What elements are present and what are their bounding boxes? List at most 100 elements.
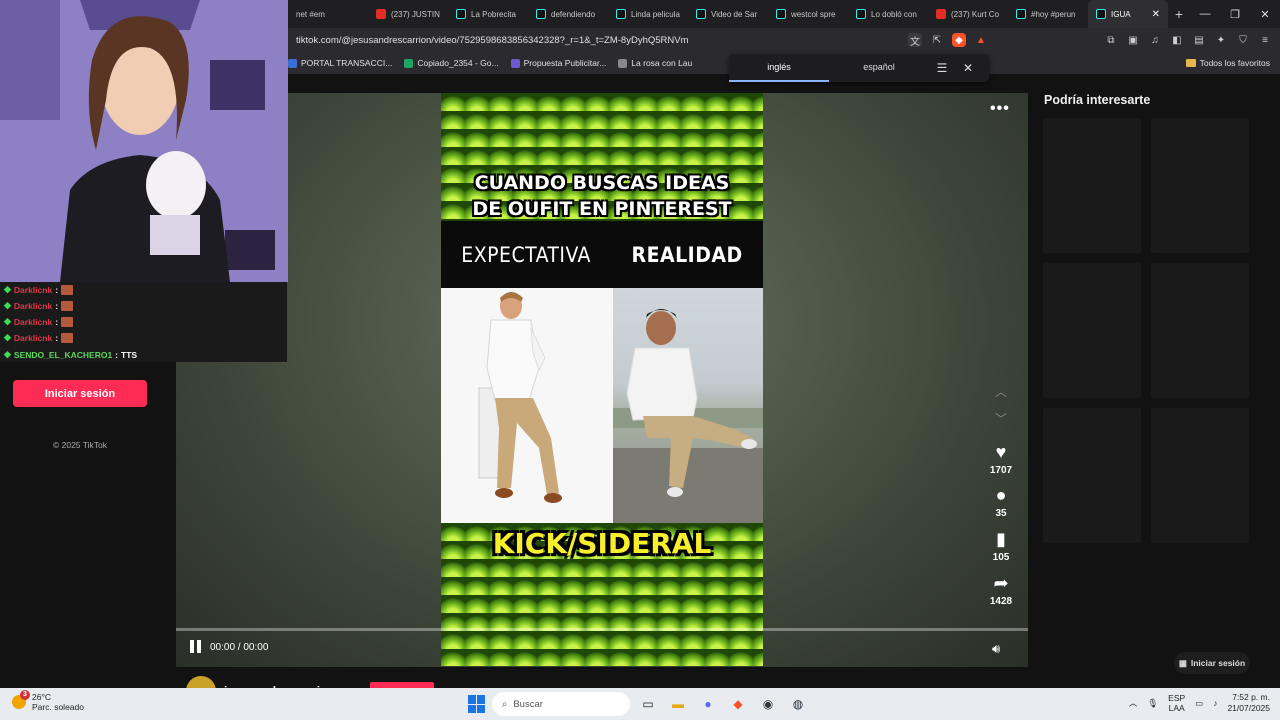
recommended-thumbnail[interactable] xyxy=(1043,408,1141,543)
windows-start-icon[interactable] xyxy=(468,695,486,713)
youtube-icon xyxy=(376,9,386,19)
menu-icon[interactable]: ≡ xyxy=(1258,33,1272,47)
share-icon[interactable]: ⇱ xyxy=(930,33,944,47)
tiktok-icon xyxy=(1096,9,1106,19)
video-frame[interactable]: CUANDO BUSCAS IDEAS DE OUFIT EN PINTERES… xyxy=(441,93,763,666)
obs-icon[interactable]: ◉ xyxy=(756,692,780,716)
browser-tab[interactable]: (237) JUSTIN xyxy=(368,0,448,28)
minimize-icon[interactable]: — xyxy=(1190,8,1220,21)
chevron-down-icon[interactable]: ﹀ xyxy=(988,410,1014,432)
discord-icon[interactable]: ● xyxy=(696,692,720,716)
stream-watermark: KICK/SIDERAL xyxy=(492,527,712,560)
recommended-grid xyxy=(1043,118,1249,543)
menu-icon[interactable]: ☰ xyxy=(929,61,955,75)
portal-icon xyxy=(288,58,297,68)
clock[interactable]: 7:52 p. m. 21/07/2025 xyxy=(1227,692,1270,714)
folder-icon xyxy=(1185,59,1196,67)
close-icon[interactable]: ✕ xyxy=(1250,8,1280,21)
weather-temp: 26°C xyxy=(32,692,51,702)
progress-bar[interactable] xyxy=(176,628,1028,631)
wallet-icon[interactable]: ▤ xyxy=(1192,33,1206,47)
volume-icon[interactable]: ♪ xyxy=(1213,698,1217,708)
recommended-thumbnail[interactable] xyxy=(1151,408,1249,543)
weather-widget[interactable]: 3 26°C Parc. soleado xyxy=(12,690,84,712)
bookmark-item[interactable]: La rosa con Lau xyxy=(618,58,692,68)
brave-shield-icon[interactable]: ◆ xyxy=(952,33,966,47)
login-small-button[interactable]: ▦ Iniciar sesión xyxy=(1174,652,1250,674)
emote-icon xyxy=(61,332,74,343)
drive-icon xyxy=(404,58,414,68)
recommended-title: Podría interesarte xyxy=(1044,93,1151,107)
tiktok-icon xyxy=(616,9,626,19)
browser-tab[interactable]: La Pobrecita xyxy=(448,0,528,28)
translate-tab-to[interactable]: español xyxy=(829,54,929,82)
browser-tab[interactable]: westcol spre xyxy=(768,0,848,28)
browser-tab[interactable]: (237) Kurt Co xyxy=(928,0,1008,28)
chevron-up-icon[interactable]: ︿ xyxy=(988,383,1014,405)
leo-icon[interactable]: ✦ xyxy=(1214,33,1228,47)
bookmark-item[interactable]: PORTAL TRANSACCI... xyxy=(288,58,392,68)
more-options-icon[interactable]: ••• xyxy=(990,100,1010,118)
label-band: EXPECTATIVA REALIDAD xyxy=(441,221,763,288)
brave-browser-icon[interactable]: ◆ xyxy=(726,692,750,716)
label-expectation: EXPECTATIVA xyxy=(461,242,591,267)
recommended-thumbnail[interactable] xyxy=(1043,263,1141,398)
system-tray: ︿ 🎙︎ ESP LAA ▭ ♪ 7:52 p. m. 21/07/2025 xyxy=(1129,692,1270,714)
volume-icon[interactable]: 🔊︎ xyxy=(992,641,1000,657)
recommended-thumbnail[interactable] xyxy=(1043,118,1141,253)
translate-tab-from[interactable]: inglés xyxy=(729,54,829,82)
share-button[interactable]: ➦ 1428 xyxy=(976,572,1026,607)
browser-tab[interactable]: Lo dobló con xyxy=(848,0,928,28)
browser-tab[interactable]: Linda pelicula xyxy=(608,0,688,28)
microphone-icon[interactable]: 🎙︎ xyxy=(1147,698,1158,709)
tiktok-icon xyxy=(536,9,546,19)
login-button[interactable]: Iniciar sesión xyxy=(13,380,147,407)
file-explorer-icon[interactable]: ▬ xyxy=(666,692,690,716)
emote-icon xyxy=(61,316,74,327)
comment-icon: ● xyxy=(995,485,1007,505)
browser-tab[interactable]: #hoy #perun xyxy=(1008,0,1088,28)
recommended-thumbnail[interactable] xyxy=(1151,263,1249,398)
browser-tab[interactable]: defendiendo xyxy=(528,0,608,28)
taskbar: 3 26°C Parc. soleado ⌕ Buscar ▭ ▬ ● ◆ ◉ … xyxy=(0,688,1280,720)
vpn-icon[interactable]: ⛉ xyxy=(1236,33,1250,47)
like-button[interactable]: ♥ 1707 xyxy=(976,441,1026,476)
tiktok-icon xyxy=(856,9,866,19)
chat-message: ◆ Darklicnk: xyxy=(4,284,74,295)
caption-line: DE OUFIT EN PINTEREST xyxy=(472,198,732,220)
comment-button[interactable]: ● 35 xyxy=(976,484,1026,519)
brave-rewards-icon[interactable]: ▲ xyxy=(974,33,988,47)
browser-tab[interactable]: Video de Sar xyxy=(688,0,768,28)
close-tab-icon[interactable]: ✕ xyxy=(1152,9,1160,20)
language-indicator[interactable]: ESP LAA xyxy=(1168,693,1185,713)
pause-icon[interactable] xyxy=(190,640,202,654)
weather-sun-icon: 3 xyxy=(12,690,30,709)
steam-icon[interactable]: ◍ xyxy=(786,692,810,716)
screenshot-icon[interactable]: ▣ xyxy=(1126,33,1140,47)
task-view-icon[interactable]: ▭ xyxy=(636,692,660,716)
tiktok-icon xyxy=(618,58,628,68)
network-icon[interactable]: ▭ xyxy=(1195,698,1203,709)
new-tab-button[interactable]: + xyxy=(1168,6,1190,22)
media-icon[interactable]: ♫ xyxy=(1148,33,1162,47)
document-icon xyxy=(510,58,520,68)
all-bookmarks[interactable]: Todos los favoritos xyxy=(1185,58,1280,68)
heart-icon: ♥ xyxy=(995,442,1007,462)
browser-tab[interactable]: IGUA ✕ xyxy=(1088,0,1168,28)
close-icon[interactable]: ✕ xyxy=(955,61,981,75)
recommended-thumbnail[interactable] xyxy=(1151,118,1249,253)
chevron-up-icon[interactable]: ︿ xyxy=(1129,697,1138,709)
bookmark-item[interactable]: Copiado_2354 - Go... xyxy=(404,58,499,68)
photo-expectation xyxy=(441,288,613,523)
save-button[interactable]: ▮ 105 xyxy=(976,528,1026,563)
restore-icon[interactable]: ❐ xyxy=(1220,8,1250,21)
sidebar-icon[interactable]: ◧ xyxy=(1170,33,1184,47)
taskbar-search[interactable]: ⌕ Buscar xyxy=(492,692,630,716)
browser-tab[interactable]: net #em xyxy=(288,0,368,28)
translate-icon[interactable]: 文 xyxy=(908,33,922,48)
extensions-icon[interactable]: ⧉ xyxy=(1104,33,1118,47)
address-bar: tiktok.com/@jesusandrescarrion/video/752… xyxy=(288,28,1280,52)
search-icon: ⌕ xyxy=(502,698,508,710)
bookmark-item[interactable]: Propuesta Publicitar... xyxy=(510,58,606,68)
url-text[interactable]: tiktok.com/@jesusandrescarrion/video/752… xyxy=(296,35,908,46)
